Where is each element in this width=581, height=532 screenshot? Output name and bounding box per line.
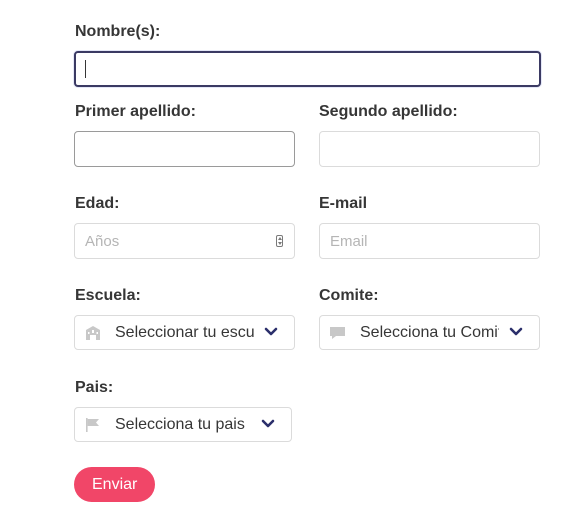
- comite-select[interactable]: Selecciona tu Comite: [319, 315, 540, 350]
- text-caret: [85, 60, 86, 78]
- email-input[interactable]: [319, 223, 540, 259]
- chevron-down-icon: [261, 419, 275, 428]
- nombres-label: Nombre(s):: [75, 23, 161, 40]
- edad-input[interactable]: [74, 223, 295, 259]
- number-spinner-icon[interactable]: [276, 235, 283, 247]
- escuela-selected-text: Seleccionar tu escuela: [115, 324, 254, 341]
- email-label: E-mail: [319, 195, 368, 212]
- escuela-select[interactable]: Seleccionar tu escuela: [74, 315, 295, 350]
- primer-apellido-label: Primer apellido:: [75, 103, 196, 120]
- flag-icon: [86, 418, 99, 432]
- chevron-down-icon: [264, 327, 278, 336]
- segundo-apellido-label: Segundo apellido:: [319, 103, 458, 120]
- pais-label: Pais:: [75, 379, 114, 396]
- segundo-apellido-input[interactable]: [319, 131, 540, 167]
- school-icon: [86, 326, 100, 340]
- primer-apellido-input[interactable]: [74, 131, 295, 167]
- escuela-label: Escuela:: [75, 287, 141, 304]
- chevron-down-icon: [509, 327, 523, 336]
- comite-selected-text: Selecciona tu Comite: [360, 324, 499, 341]
- submit-button[interactable]: Enviar: [74, 467, 156, 502]
- edad-label: Edad:: [75, 195, 120, 212]
- pais-select[interactable]: Selecciona tu pais: [74, 407, 292, 442]
- nombres-input[interactable]: [74, 51, 541, 87]
- comment-icon: [330, 327, 345, 339]
- comite-label: Comite:: [319, 287, 379, 304]
- pais-selected-text: Selecciona tu pais: [115, 416, 245, 433]
